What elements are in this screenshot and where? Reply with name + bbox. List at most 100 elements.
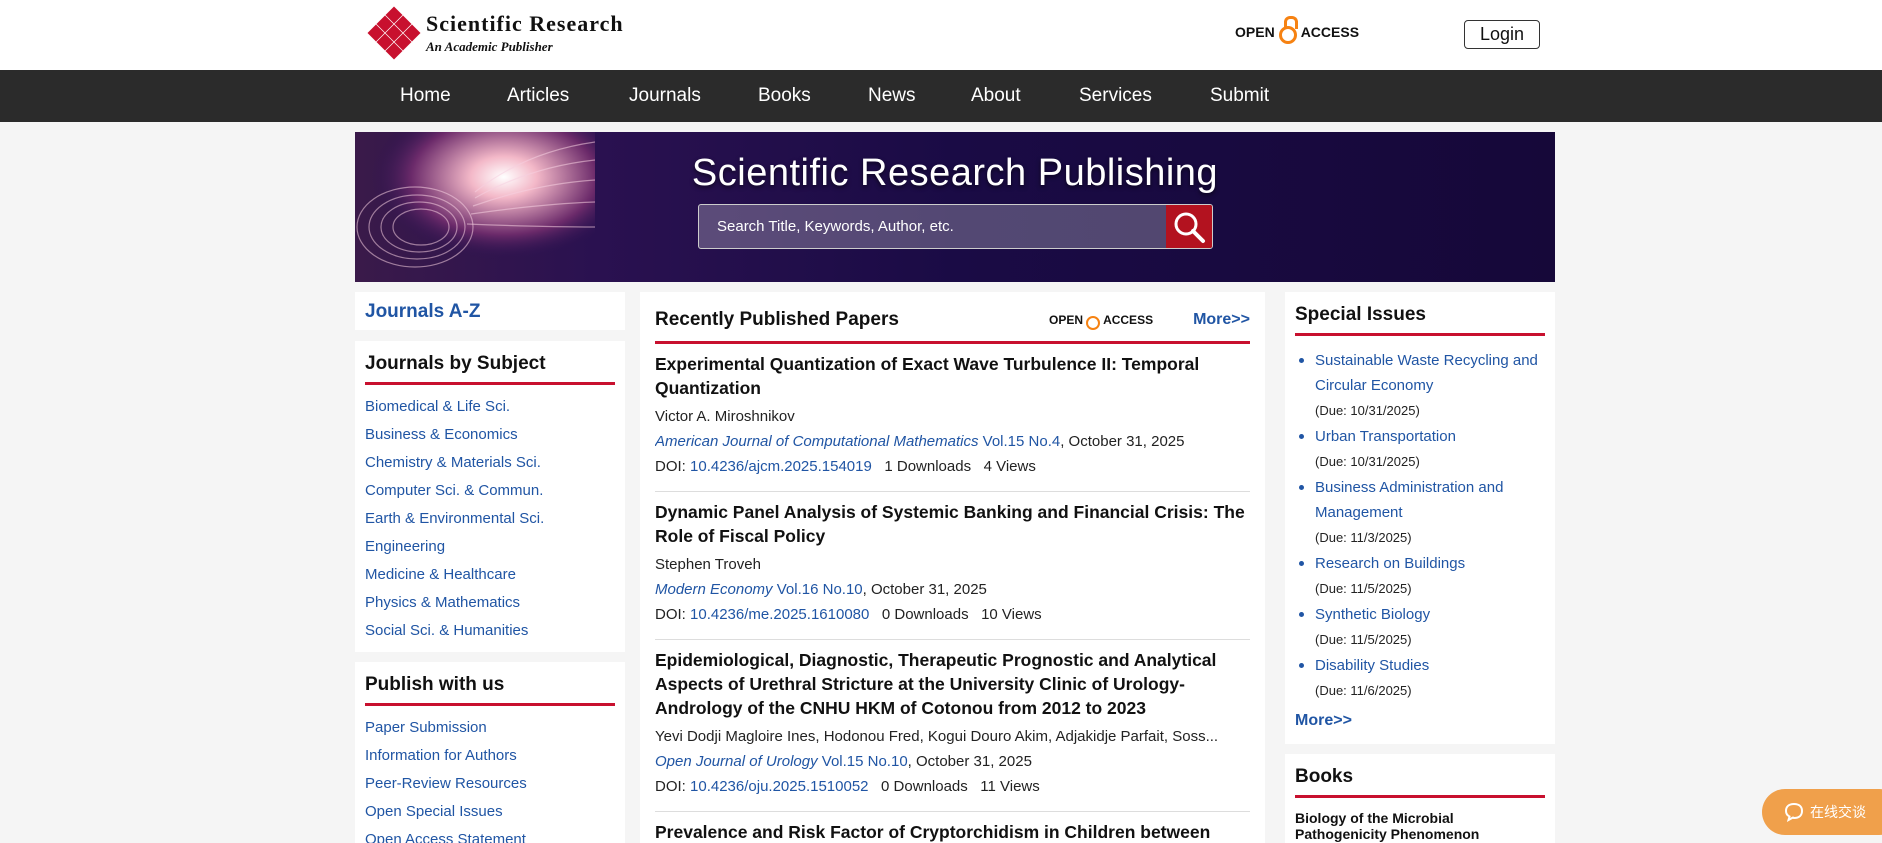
login-button[interactable]: Login xyxy=(1464,20,1540,49)
search-input[interactable] xyxy=(699,205,1167,248)
recent-more-link[interactable]: More>> xyxy=(1193,311,1250,329)
recent-papers-header: Recently Published Papers OPEN ACCESS Mo… xyxy=(655,302,1250,344)
paper-doi-row: DOI: 10.4236/me.2025.1610080 0 Downloads… xyxy=(655,602,1250,627)
paper-title[interactable]: Epidemiological, Diagnostic, Therapeutic… xyxy=(655,648,1250,720)
paper-authors: Stephen Troveh xyxy=(655,556,761,573)
volume-link[interactable]: Vol.16 No.10 xyxy=(777,581,863,598)
subject-list: Biomedical & Life Sci. Business & Econom… xyxy=(365,393,615,645)
books-panel: Books Biology of the Microbial Pathogeni… xyxy=(1285,754,1555,843)
top-header: Scientific Research An Academic Publishe… xyxy=(0,0,1882,70)
paper-item: Experimental Quantization of Exact Wave … xyxy=(655,344,1250,492)
open-access-badge: OPEN ACCESS xyxy=(1049,310,1153,330)
special-issue-item: Disability Studies (Due: 11/6/2025) xyxy=(1295,653,1545,704)
subject-link[interactable]: Medicine & Healthcare xyxy=(365,561,615,589)
paper-stats: 0 Downloads 11 Views xyxy=(881,778,1040,795)
paper-stats: 1 Downloads 4 Views xyxy=(884,458,1036,475)
paper-title[interactable]: Experimental Quantization of Exact Wave … xyxy=(655,352,1250,400)
special-issue-link[interactable]: Business Administration and Management xyxy=(1315,479,1503,521)
search-icon xyxy=(1174,212,1205,243)
special-issue-item: Sustainable Waste Recycling and Circular… xyxy=(1295,348,1545,424)
open-access-left-text: OPEN xyxy=(1235,24,1275,40)
open-lock-icon xyxy=(1086,315,1101,330)
search-button[interactable] xyxy=(1166,205,1212,248)
special-issue-link[interactable]: Synthetic Biology xyxy=(1315,606,1430,623)
paper-item: Prevalence and Risk Factor of Cryptorchi… xyxy=(655,812,1250,843)
paper-authors: Victor A. Miroshnikov xyxy=(655,408,795,425)
nav-articles[interactable]: Articles xyxy=(507,70,569,122)
subject-link[interactable]: Biomedical & Life Sci. xyxy=(365,393,615,421)
subject-link[interactable]: Computer Sci. & Commun. xyxy=(365,477,615,505)
due-date: (Due: 11/6/2025) xyxy=(1315,683,1412,698)
publish-link[interactable]: Peer-Review Resources xyxy=(365,770,615,798)
oa-right-text: ACCESS xyxy=(1103,312,1154,327)
paper-item: Dynamic Panel Analysis of Systemic Banki… xyxy=(655,492,1250,640)
recent-papers-title: Recently Published Papers xyxy=(655,308,899,330)
nav-journals[interactable]: Journals xyxy=(629,70,701,122)
nav-news[interactable]: News xyxy=(868,70,916,122)
logo-icon xyxy=(367,6,421,60)
doi-label: DOI: xyxy=(655,458,686,475)
journals-az-link[interactable]: Journals A-Z xyxy=(365,301,480,322)
paper-source: American Journal of Computational Mathem… xyxy=(655,429,1250,454)
subject-link[interactable]: Earth & Environmental Sci. xyxy=(365,505,615,533)
paper-stats: 0 Downloads 10 Views xyxy=(881,606,1042,623)
due-date: (Due: 11/5/2025) xyxy=(1315,632,1412,647)
paper-doi-row: DOI: 10.4236/oju.2025.1510052 0 Download… xyxy=(655,774,1250,799)
special-issue-link[interactable]: Research on Buildings xyxy=(1315,555,1465,572)
subject-link[interactable]: Physics & Mathematics xyxy=(365,589,615,617)
subject-link[interactable]: Chemistry & Materials Sci. xyxy=(365,449,615,477)
doi-link[interactable]: 10.4236/ajcm.2025.154019 xyxy=(690,458,872,475)
paper-date: , October 31, 2025 xyxy=(1060,433,1185,450)
subject-link[interactable]: Business & Economics xyxy=(365,421,615,449)
special-issue-link[interactable]: Sustainable Waste Recycling and Circular… xyxy=(1315,352,1538,394)
brand-tagline: An Academic Publisher xyxy=(426,39,553,54)
nav-about[interactable]: About xyxy=(971,70,1021,122)
subject-link[interactable]: Engineering xyxy=(365,533,615,561)
publish-link[interactable]: Open Access Statement xyxy=(365,826,615,843)
publish-links: Paper Submission Information for Authors… xyxy=(365,714,615,843)
nav-services[interactable]: Services xyxy=(1079,70,1152,122)
doi-link[interactable]: 10.4236/me.2025.1610080 xyxy=(690,606,869,623)
doi-label: DOI: xyxy=(655,606,686,623)
special-issues-list: Sustainable Waste Recycling and Circular… xyxy=(1295,348,1545,704)
doi-link[interactable]: 10.4236/oju.2025.1510052 xyxy=(690,778,869,795)
oa-left-text: OPEN xyxy=(1049,312,1084,327)
publish-link[interactable]: Paper Submission xyxy=(365,714,615,742)
publish-link[interactable]: Information for Authors xyxy=(365,742,615,770)
special-issue-item: Urban Transportation (Due: 10/31/2025) xyxy=(1295,424,1545,475)
paper-source: Open Journal of Urology Vol.15 No.10, Oc… xyxy=(655,749,1250,774)
paper-title[interactable]: Prevalence and Risk Factor of Cryptorchi… xyxy=(655,820,1250,843)
subject-link[interactable]: Social Sci. & Humanities xyxy=(365,617,615,645)
book-link[interactable]: Biology of the Microbial Pathogenicity P… xyxy=(1295,810,1545,842)
paper-source: Modern Economy Vol.16 No.10, October 31,… xyxy=(655,577,1250,602)
volume-link[interactable]: Vol.15 No.10 xyxy=(822,753,908,770)
paper-date: , October 31, 2025 xyxy=(862,581,987,598)
publish-with-us-title: Publish with us xyxy=(365,674,615,706)
journal-link[interactable]: Modern Economy xyxy=(655,581,773,598)
nav-submit[interactable]: Submit xyxy=(1210,70,1269,122)
due-date: (Due: 10/31/2025) xyxy=(1315,403,1420,418)
due-date: (Due: 10/31/2025) xyxy=(1315,454,1420,469)
special-issue-item: Research on Buildings (Due: 11/5/2025) xyxy=(1295,551,1545,602)
main-nav: Home Articles Journals Books News About … xyxy=(0,70,1882,122)
journals-by-subject-title: Journals by Subject xyxy=(365,353,615,385)
nav-books[interactable]: Books xyxy=(758,70,811,122)
paper-item: Epidemiological, Diagnostic, Therapeutic… xyxy=(655,640,1250,812)
journal-link[interactable]: Open Journal of Urology xyxy=(655,753,818,770)
nav-home[interactable]: Home xyxy=(400,70,451,122)
due-date: (Due: 11/3/2025) xyxy=(1315,530,1412,545)
chat-bubble-icon xyxy=(1784,802,1804,822)
publish-link[interactable]: Open Special Issues xyxy=(365,798,615,826)
special-more-link[interactable]: More>> xyxy=(1295,712,1545,730)
open-access-right-text: ACCESS xyxy=(1300,24,1360,40)
site-logo[interactable]: Scientific Research An Academic Publishe… xyxy=(367,6,624,60)
open-lock-icon xyxy=(1278,16,1298,44)
chat-widget[interactable]: 在线交谈 xyxy=(1762,789,1882,835)
paper-title[interactable]: Dynamic Panel Analysis of Systemic Banki… xyxy=(655,500,1250,548)
journal-link[interactable]: American Journal of Computational Mathem… xyxy=(655,433,978,450)
due-date: (Due: 11/5/2025) xyxy=(1315,581,1412,596)
special-issue-link[interactable]: Disability Studies xyxy=(1315,657,1429,674)
special-issue-link[interactable]: Urban Transportation xyxy=(1315,428,1456,445)
books-title: Books xyxy=(1295,766,1545,798)
volume-link[interactable]: Vol.15 No.4 xyxy=(983,433,1061,450)
